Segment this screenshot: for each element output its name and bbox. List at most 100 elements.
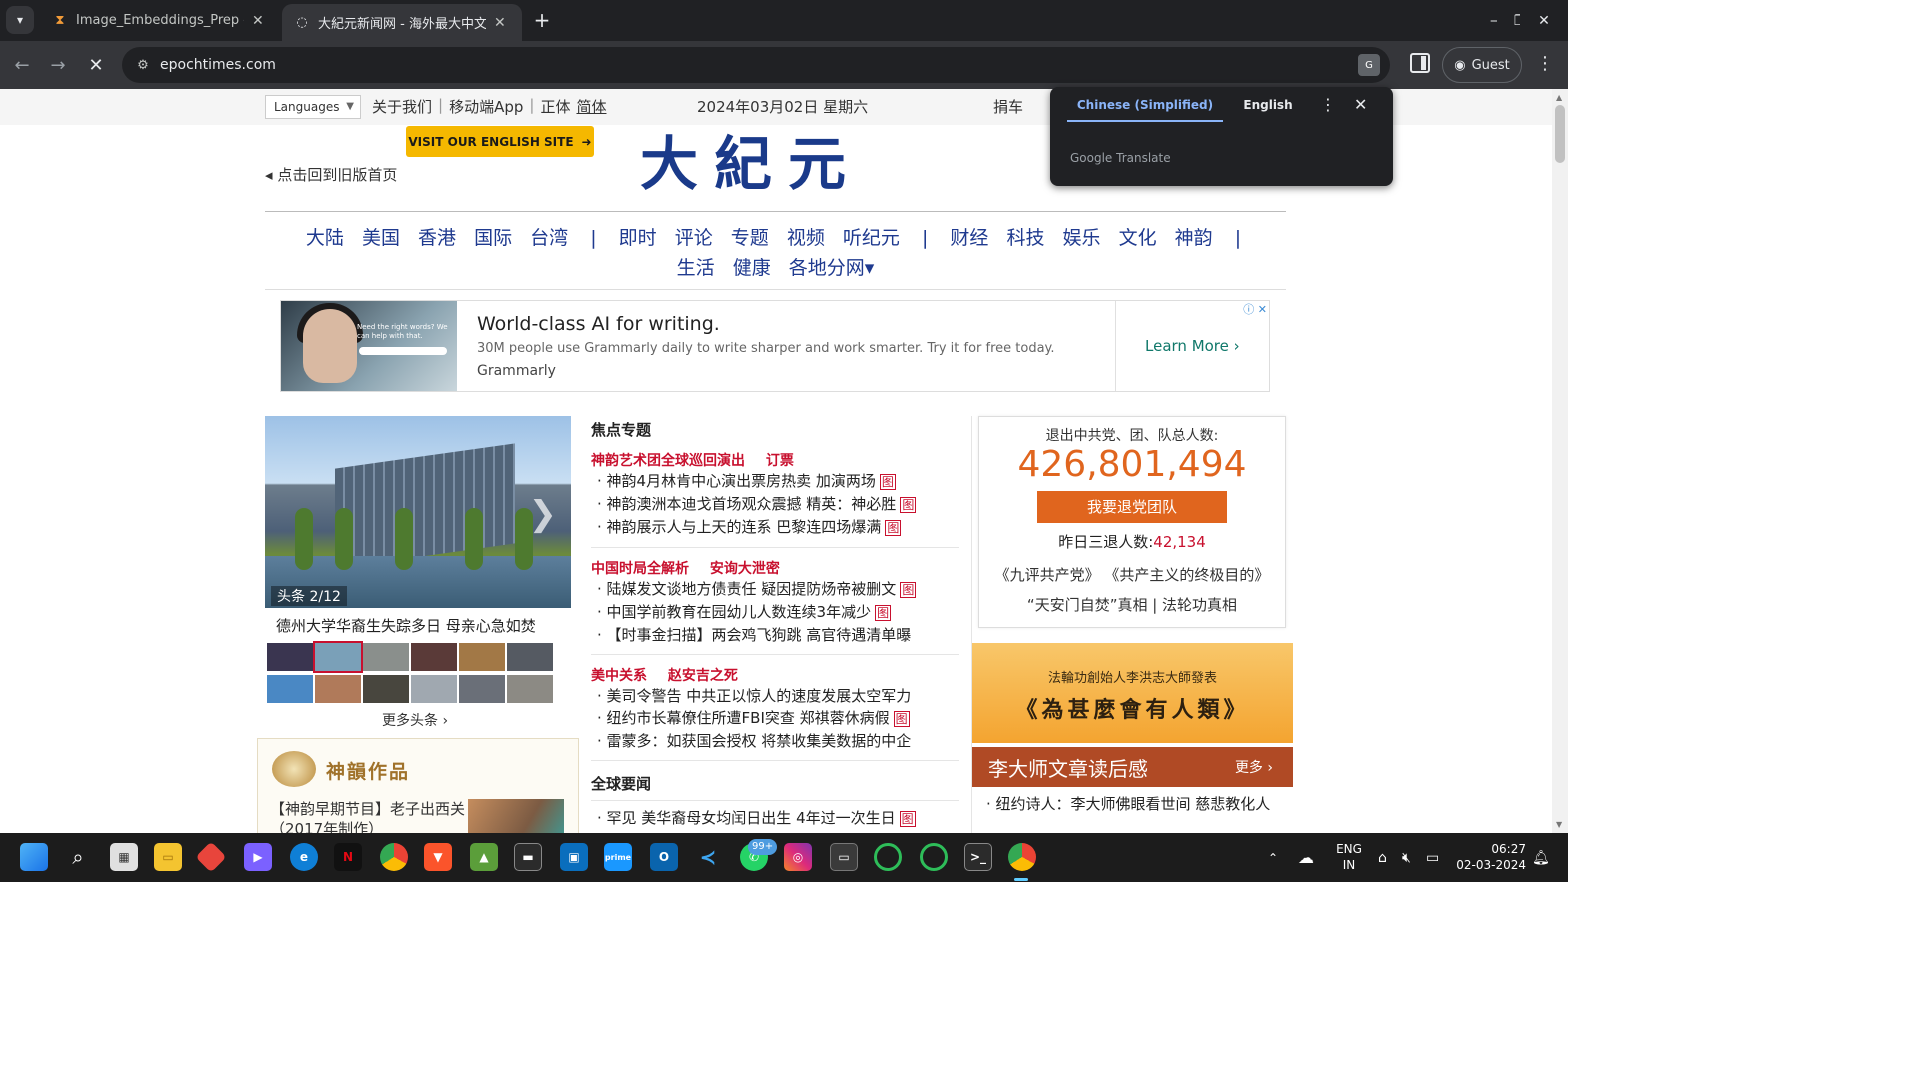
news-item[interactable]: · 美司令警告 中共正以惊人的速度发展太空军力: [591, 685, 959, 707]
cmd-icon[interactable]: >_: [964, 843, 992, 871]
chrome-icon[interactable]: [380, 843, 408, 871]
tray-chevron-icon[interactable]: ⌃: [1268, 833, 1278, 882]
shenyun-works-image[interactable]: [468, 799, 564, 833]
file-explorer-icon[interactable]: ▭: [154, 843, 182, 871]
nav-life[interactable]: 生活: [677, 257, 715, 279]
source-language-tab[interactable]: Chinese (Simplified): [1067, 98, 1223, 122]
news-item[interactable]: · 神韵4月林肯中心演出票房热卖 加演两场图: [591, 470, 959, 493]
thumbnail[interactable]: [315, 675, 361, 703]
outlook-icon[interactable]: O: [650, 843, 678, 871]
network-icon[interactable]: ⌂: [1378, 833, 1387, 882]
nav-tech[interactable]: 科技: [1006, 227, 1044, 249]
traditional-link[interactable]: 正体: [540, 96, 570, 117]
nav-finance[interactable]: 财经: [950, 227, 988, 249]
input-language[interactable]: ENG IN: [1336, 841, 1362, 873]
thumbnail[interactable]: [267, 643, 313, 671]
languages-select[interactable]: Languages ▼: [265, 95, 361, 119]
reflections-more-link[interactable]: 更多 ›: [1235, 757, 1273, 777]
nav-taiwan[interactable]: 台湾: [530, 227, 568, 249]
nav-topics[interactable]: 专题: [731, 227, 769, 249]
news-item[interactable]: · 陆媒发文谈地方债责任 疑因提防炀帝被删文图: [591, 578, 959, 601]
brave-icon[interactable]: ▼: [424, 843, 452, 871]
news-item[interactable]: · 神韵澳洲本迪戈首场观众震撼 精英：神必胜图: [591, 493, 959, 516]
cloud-icon[interactable]: ☁: [1298, 833, 1314, 882]
search-icon[interactable]: ⌕: [64, 843, 92, 871]
nav-instant[interactable]: 即时: [619, 227, 657, 249]
close-icon[interactable]: ✕: [1354, 95, 1367, 114]
commentaries-links[interactable]: 《九评共产党》 《共产主义的终极目的》: [979, 560, 1285, 590]
thumbnail[interactable]: [363, 643, 409, 671]
reflections-title[interactable]: 李大师文章读后感: [988, 753, 1148, 782]
thumbnail[interactable]: [267, 675, 313, 703]
topic-link[interactable]: 美中关系: [591, 668, 647, 684]
ad-close-icon[interactable]: ⓘ ✕: [1237, 301, 1269, 317]
slide-caption[interactable]: 德州大学华裔生失踪多日 母亲心急如焚: [276, 615, 536, 636]
scroll-down-icon[interactable]: ▼: [1556, 820, 1562, 829]
truth-links-row[interactable]: “天安门自焚”真相 | 法轮功真相: [979, 590, 1285, 620]
topic-link[interactable]: 订票: [766, 453, 794, 469]
new-tab-button[interactable]: +: [530, 8, 554, 32]
nav-shenyun[interactable]: 神韵: [1175, 227, 1213, 249]
news-item[interactable]: · 罕见 美华裔母女均闰日出生 4年过一次生日图: [591, 807, 959, 830]
vscode-icon[interactable]: ≺: [694, 843, 722, 871]
app-blue-icon[interactable]: ▣: [560, 843, 588, 871]
netflix-icon[interactable]: N: [334, 843, 362, 871]
ad-title[interactable]: World-class AI for writing.: [477, 313, 720, 335]
close-tab-icon[interactable]: ✕: [494, 15, 506, 31]
shenyun-works-title[interactable]: 神韻作品: [326, 757, 410, 784]
page-scrollbar[interactable]: ▲ ▼: [1552, 89, 1568, 833]
target-language-tab[interactable]: English: [1228, 98, 1308, 122]
thumbnail[interactable]: [459, 675, 505, 703]
thumbnail[interactable]: [411, 643, 457, 671]
english-site-button[interactable]: VISIT OUR ENGLISH SITE ➜: [406, 126, 594, 157]
instagram-icon[interactable]: ◎: [784, 843, 812, 871]
store-icon[interactable]: ▦: [110, 843, 138, 871]
edge-icon[interactable]: e: [290, 843, 318, 871]
nav-international[interactable]: 国际: [474, 227, 512, 249]
about-link[interactable]: 关于我们: [372, 96, 432, 117]
nav-video[interactable]: 视频: [787, 227, 825, 249]
shenyun-works-text[interactable]: 【神韵早期节目】老子出西关（2017年制作）: [270, 799, 468, 833]
thumbnail[interactable]: [313, 641, 363, 673]
more-headlines-link[interactable]: 更多头条 ›: [382, 710, 448, 730]
app-diamond-icon[interactable]: [195, 841, 227, 873]
close-tab-icon[interactable]: ✕: [252, 13, 264, 29]
clock[interactable]: 06:27 02-03-2024: [1456, 841, 1526, 873]
nav-entertainment[interactable]: 娱乐: [1063, 227, 1101, 249]
app-ring-icon[interactable]: [920, 843, 948, 871]
chrome-active-icon[interactable]: [1008, 843, 1036, 871]
stop-loading-icon[interactable]: ✕: [82, 51, 110, 79]
volume-muted-icon[interactable]: 🔇︎: [1402, 833, 1411, 882]
forward-arrow-icon[interactable]: →: [44, 51, 72, 79]
nav-opinion[interactable]: 评论: [675, 227, 713, 249]
battery-icon[interactable]: ▭: [1426, 833, 1439, 882]
address-bar[interactable]: ⚙ epochtimes.com G: [122, 47, 1390, 83]
nav-culture[interactable]: 文化: [1119, 227, 1157, 249]
tab-jupyter[interactable]: ⧗ Image_Embeddings_Prep - Jupy ✕: [40, 0, 278, 41]
photos-icon[interactable]: ▲: [470, 843, 498, 871]
thumbnail[interactable]: [459, 643, 505, 671]
reflections-item[interactable]: · 纽约诗人：李大师佛眼看世间 慈悲教化人: [986, 793, 1270, 814]
topic-link[interactable]: 安询大泄密: [710, 561, 780, 577]
news-item[interactable]: · 中国学前教育在园幼儿人数连续3年减少图: [591, 601, 959, 624]
windows-start-icon[interactable]: [20, 843, 48, 871]
tab-search-button[interactable]: ▾: [6, 6, 34, 34]
topic-link[interactable]: 神韵艺术团全球巡回演出: [591, 453, 745, 469]
news-item[interactable]: · 【时事金扫描】两会鸡飞狗跳 高官待遇清单曝: [591, 624, 959, 646]
headline-slider[interactable]: ❯ 头条 2/12: [265, 416, 571, 608]
topic-link[interactable]: 中国时局全解析: [591, 561, 689, 577]
app-window-icon[interactable]: ▭: [830, 843, 858, 871]
url-text[interactable]: epochtimes.com: [160, 57, 276, 73]
ad-learn-more-button[interactable]: Learn More ›: [1145, 337, 1240, 355]
site-logo[interactable]: 大紀元: [640, 129, 910, 199]
back-arrow-icon[interactable]: ←: [8, 51, 36, 79]
thumbnail[interactable]: [411, 675, 457, 703]
ad-image[interactable]: Need the right words? We can help with t…: [281, 301, 457, 391]
thumbnail[interactable]: [363, 675, 409, 703]
slider-next-icon[interactable]: ❯: [529, 494, 558, 534]
chrome-menu-icon[interactable]: ⋮: [1536, 53, 1554, 74]
news-item[interactable]: · 雷蒙多：如获国会授权 将禁收集美数据的中企: [591, 730, 959, 752]
nav-health[interactable]: 健康: [733, 257, 771, 279]
nav-audio[interactable]: 听纪元: [843, 227, 900, 249]
topic-link[interactable]: 赵安吉之死: [668, 668, 738, 684]
